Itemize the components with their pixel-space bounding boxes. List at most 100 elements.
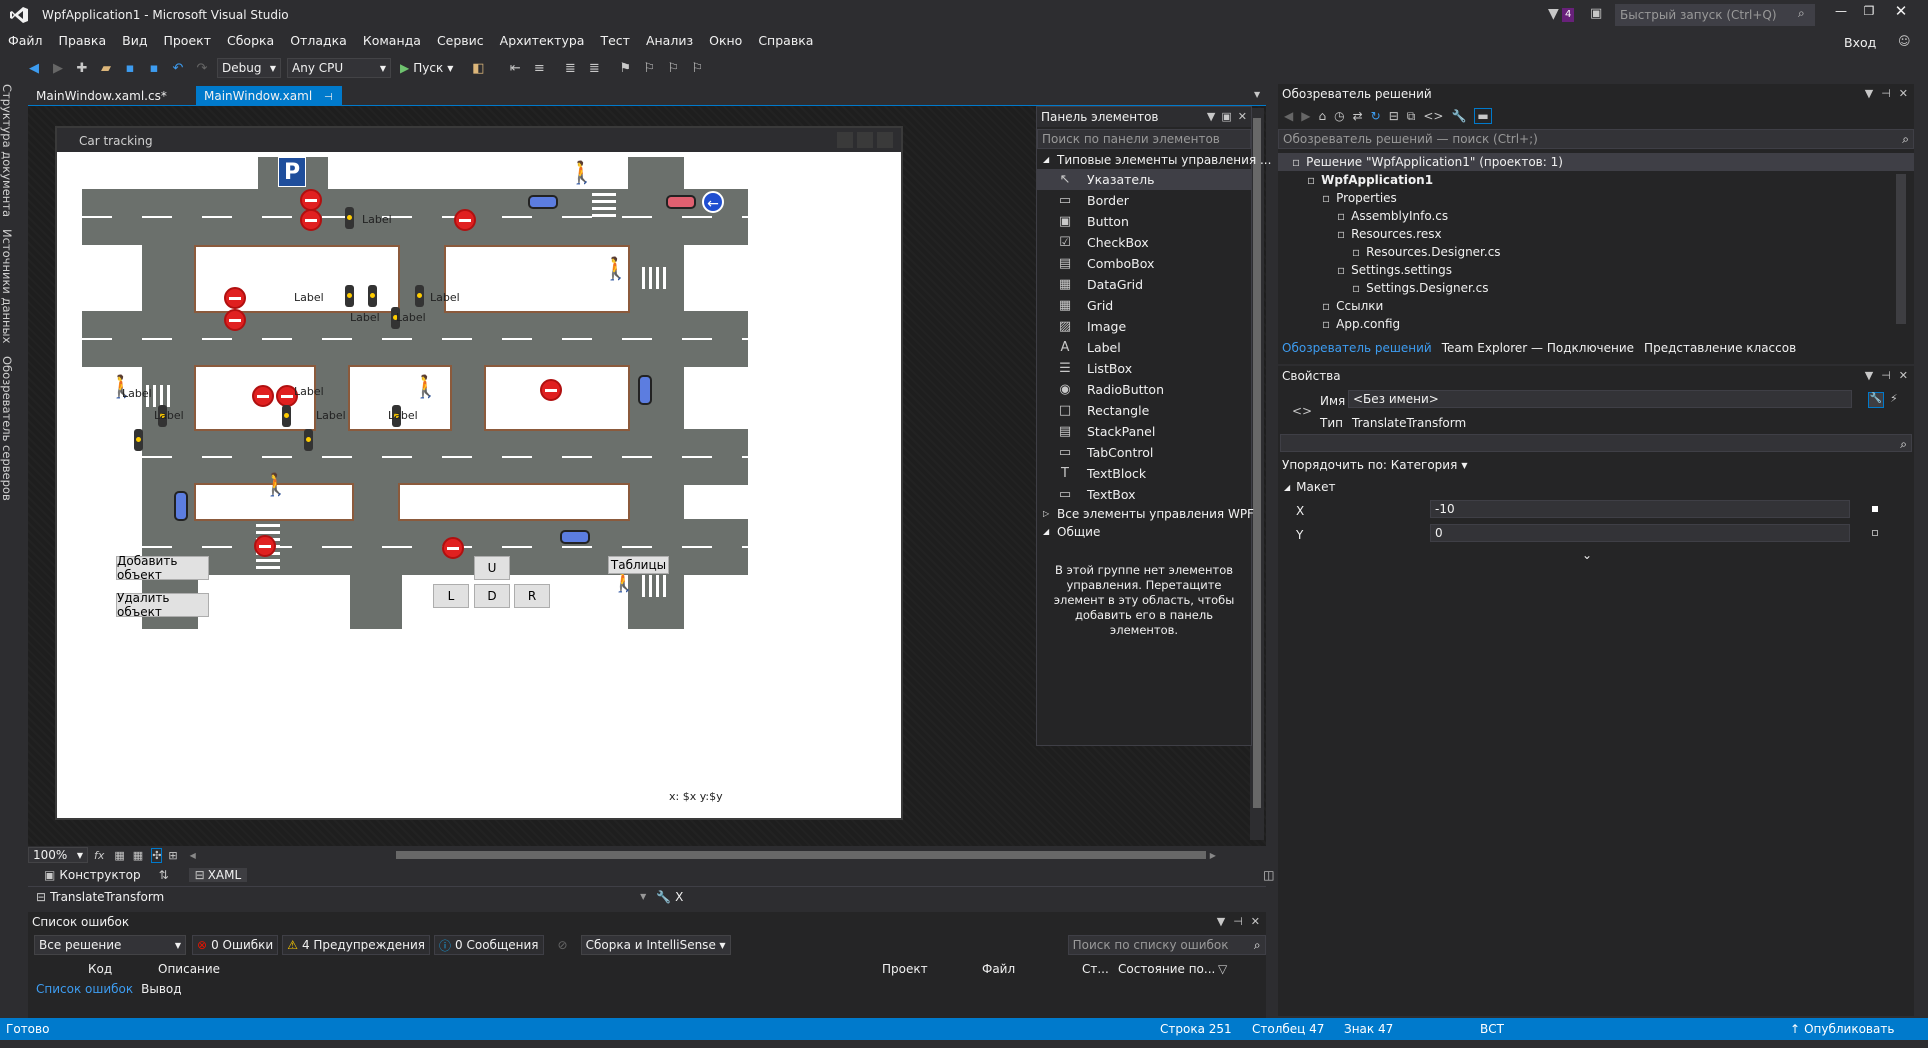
tab-output[interactable]: Вывод: [141, 982, 181, 996]
comment-icon[interactable]: ≡: [528, 57, 550, 79]
wpf-max-button[interactable]: [857, 132, 873, 148]
col-code[interactable]: Код: [88, 962, 158, 976]
chevron-down-icon[interactable]: ▼: [1207, 107, 1215, 127]
menu-test[interactable]: Тест: [592, 30, 637, 52]
tab-team-explorer[interactable]: Team Explorer — Подключение: [1442, 341, 1634, 355]
zoom-select[interactable]: 100% ▼: [28, 847, 88, 863]
back-icon[interactable]: ◀: [23, 57, 45, 79]
sync-icon[interactable]: ⇄: [1353, 109, 1363, 123]
browser-link-icon[interactable]: ◧: [467, 57, 489, 79]
solution-tree-item[interactable]: ▫ Settings.Designer.cs: [1278, 279, 1914, 297]
restore-button[interactable]: ❐: [1858, 4, 1880, 24]
name-input[interactable]: <Без имени>: [1348, 390, 1852, 408]
forward-icon[interactable]: ▶: [47, 57, 69, 79]
left-button[interactable]: L: [433, 584, 469, 608]
tables-button[interactable]: Таблицы: [608, 556, 669, 574]
indent-icon[interactable]: ≣: [559, 57, 581, 79]
show-all-files-icon[interactable]: ⧉: [1407, 109, 1416, 124]
configuration-select[interactable]: Debug ▼: [217, 58, 281, 78]
account-icon[interactable]: ☺: [1898, 34, 1911, 48]
menu-architecture[interactable]: Архитектура: [492, 30, 593, 52]
save-all-icon[interactable]: ▪: [143, 57, 165, 79]
solution-tree-item[interactable]: ▫ Ссылки: [1278, 297, 1914, 315]
close-button[interactable]: ✕: [1890, 2, 1912, 22]
clear-bookmark-icon[interactable]: ⚐: [686, 57, 708, 79]
menu-team[interactable]: Команда: [355, 30, 429, 52]
preview-icon[interactable]: ▬: [1474, 108, 1492, 124]
doc-tab-cs[interactable]: MainWindow.xaml.cs*: [28, 86, 175, 106]
platform-select[interactable]: Any CPU ▼: [287, 58, 391, 78]
menu-debug[interactable]: Отладка: [282, 30, 355, 52]
new-project-icon[interactable]: ✚: [71, 57, 93, 79]
toolbox-item[interactable]: ☰ ListBox: [1037, 358, 1251, 379]
chevron-down-icon[interactable]: ▼: [1217, 912, 1225, 932]
error-search-input[interactable]: Поиск по списку ошибок ⌕: [1067, 935, 1266, 955]
toolbox-item[interactable]: ▣ Button: [1037, 211, 1251, 232]
col-suppression[interactable]: Состояние по...: [1118, 962, 1218, 976]
undo-icon[interactable]: ↶: [167, 57, 189, 79]
artboard-icon[interactable]: ✣: [151, 847, 163, 863]
scrollbar-thumb[interactable]: [1253, 118, 1261, 808]
pending-changes-icon[interactable]: ◷: [1334, 109, 1344, 123]
toolbox-item[interactable]: □ Rectangle: [1037, 400, 1251, 421]
properties-search-input[interactable]: ⌕: [1280, 434, 1912, 452]
scope-select[interactable]: Все решение ▼: [34, 935, 186, 955]
pin-icon[interactable]: ⊣: [1233, 912, 1243, 932]
outdent-icon[interactable]: ≣: [583, 57, 605, 79]
back-icon[interactable]: ◀: [1284, 109, 1293, 123]
search-icon[interactable]: ⌕: [1254, 936, 1265, 954]
solution-tree-item[interactable]: ▫ AssemblyInfo.cs: [1278, 207, 1914, 225]
messages-filter-button[interactable]: ⓘ 0 Сообщения: [434, 935, 544, 955]
toolbox-item[interactable]: ▭ Border: [1037, 190, 1251, 211]
close-icon[interactable]: ✕: [1899, 366, 1908, 386]
filter-icon[interactable]: ▼: [1548, 6, 1559, 22]
tab-server-explorer[interactable]: Обозреватель серверов: [0, 356, 14, 501]
swap-panes-icon[interactable]: ⇅: [159, 868, 169, 882]
toolbox-group-general[interactable]: ◢ Общие: [1037, 523, 1251, 541]
open-file-icon[interactable]: ▰: [95, 57, 117, 79]
prop-x-marker[interactable]: [1872, 506, 1878, 512]
warnings-filter-button[interactable]: ⚠ 4 Предупреждения: [282, 935, 431, 955]
redo-icon[interactable]: ↷: [191, 57, 213, 79]
signin-link[interactable]: Вход: [1836, 32, 1884, 54]
solution-tree-item[interactable]: ▫ Решение "WpfApplication1" (проектов: 1): [1278, 153, 1914, 171]
filter-icon[interactable]: ▽: [1218, 962, 1227, 976]
menu-file[interactable]: Файл: [0, 30, 51, 52]
home-icon[interactable]: ⌂: [1318, 109, 1326, 123]
up-button[interactable]: U: [474, 556, 510, 580]
prop-y-input[interactable]: 0: [1430, 524, 1850, 542]
horizontal-scrollbar[interactable]: [395, 851, 1206, 859]
toolbox-item[interactable]: ▨ Image: [1037, 316, 1251, 337]
prop-y-marker[interactable]: [1872, 530, 1878, 536]
solution-tree-item[interactable]: ▫ Resources.resx: [1278, 225, 1914, 243]
sort-by-select[interactable]: Упорядочить по: Категория ▼: [1282, 458, 1467, 472]
solution-scrollbar[interactable]: [1896, 174, 1906, 324]
clear-filter-icon[interactable]: ⊘: [558, 938, 568, 952]
pin-icon[interactable]: ⊣: [1881, 84, 1891, 104]
toolbox-item[interactable]: T TextBlock: [1037, 463, 1251, 484]
expand-more-icon[interactable]: ⌄: [1582, 548, 1592, 562]
tab-designer[interactable]: ▣ Конструктор: [44, 868, 141, 882]
toolbox-item[interactable]: ▦ DataGrid: [1037, 274, 1251, 295]
quick-launch-input[interactable]: Быстрый запуск (Ctrl+Q): [1615, 4, 1815, 26]
menu-build[interactable]: Сборка: [219, 30, 282, 52]
snap-lines-icon[interactable]: ⊞: [168, 849, 177, 862]
scroll-right-icon[interactable]: ▶: [1210, 851, 1216, 860]
close-icon[interactable]: ✕: [1899, 84, 1908, 104]
toolbox-item[interactable]: ▦ Grid: [1037, 295, 1251, 316]
tab-xaml[interactable]: ⊟ XAML: [188, 868, 248, 882]
publish-button[interactable]: ↑ Опубликовать: [1790, 1022, 1894, 1036]
solution-tree-item[interactable]: ▫ Resources.Designer.cs: [1278, 243, 1914, 261]
next-bookmark-icon[interactable]: ⚐: [662, 57, 684, 79]
errors-filter-button[interactable]: ⊗ 0 Ошибки: [192, 935, 279, 955]
menu-view[interactable]: Вид: [114, 30, 155, 52]
toolbox-group-all[interactable]: ▷ Все элементы управления WPF: [1037, 505, 1254, 523]
start-button[interactable]: ▶ Пуск ▼: [400, 61, 453, 75]
search-icon[interactable]: ⌕: [1902, 130, 1913, 148]
prop-x-input[interactable]: -10: [1430, 500, 1850, 518]
notification-badge[interactable]: 4: [1562, 8, 1575, 22]
properties-icon[interactable]: 🔧: [1451, 109, 1466, 123]
grid-icon[interactable]: ▦: [114, 849, 124, 862]
menu-tools[interactable]: Сервис: [429, 30, 492, 52]
solution-tree-item[interactable]: ▫ WpfApplication1: [1278, 171, 1914, 189]
